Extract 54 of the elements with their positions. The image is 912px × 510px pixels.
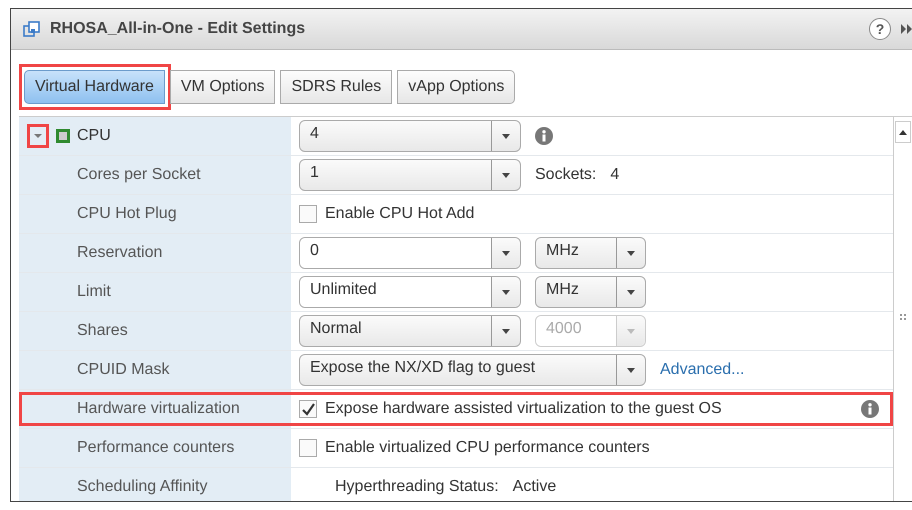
expand-toggle[interactable] — [27, 124, 49, 148]
scroll-up-icon[interactable] — [898, 128, 908, 136]
combo-box[interactable]: Unlimited — [299, 276, 521, 308]
tab[interactable]: SDRS Rules — [280, 70, 392, 104]
vm-icon — [23, 21, 40, 37]
field-label: Scheduling Affinity — [77, 478, 208, 496]
dropdown[interactable]: MHz — [535, 237, 646, 269]
dropdown[interactable]: MHz — [535, 276, 646, 308]
expand-panel-icon[interactable] — [901, 22, 912, 36]
caret-icon — [500, 170, 512, 180]
dropdown[interactable]: 1 — [299, 159, 521, 191]
caret-icon — [500, 326, 512, 336]
tab[interactable]: vApp Options — [397, 70, 516, 104]
field-label: CPUID Mask — [77, 361, 170, 379]
field-label: Shares — [77, 322, 128, 340]
dropdown[interactable]: 4 — [299, 120, 521, 152]
checkbox-label: Enable virtualized CPU performance counters — [325, 439, 650, 457]
dropdown[interactable]: Normal — [299, 315, 521, 347]
field-label: Limit — [77, 283, 111, 301]
info-text: 4 — [610, 166, 620, 184]
checkbox[interactable] — [299, 439, 317, 457]
checkbox[interactable] — [299, 400, 317, 418]
tab[interactable]: VM Options — [170, 70, 276, 104]
cpu-icon — [55, 128, 71, 144]
dropdown[interactable]: Expose the NX/XD flag to guest — [299, 354, 646, 386]
grip-icon[interactable] — [899, 313, 907, 321]
field-label: Reservation — [77, 244, 162, 262]
checkbox-label: Expose hardware assisted virtualization to the guest OS — [325, 400, 722, 418]
info-text: Active — [512, 478, 556, 496]
checkbox[interactable] — [299, 205, 317, 223]
window-title: RHOSA_All-in-One - Edit Settings — [50, 20, 306, 38]
caret-icon — [33, 131, 43, 141]
checkbox-label: Enable CPU Hot Add — [325, 205, 474, 223]
field-label: Performance counters — [77, 439, 234, 457]
tab[interactable]: Virtual Hardware — [24, 70, 165, 104]
info-icon[interactable] — [535, 127, 553, 145]
info-text: Hyperthreading Status: — [335, 478, 499, 496]
field-label: Hardware virtualization — [77, 400, 240, 418]
field-label: CPU Hot Plug — [77, 205, 177, 223]
help-button[interactable]: ? — [869, 18, 891, 40]
info-icon[interactable] — [861, 400, 879, 418]
field-label: CPU — [77, 127, 111, 145]
scrollbar[interactable] — [893, 117, 912, 501]
caret-icon — [625, 248, 637, 258]
advanced-link[interactable]: Advanced... — [660, 361, 744, 379]
info-text: Sockets: — [535, 166, 596, 184]
caret-icon — [500, 248, 512, 258]
caret-icon — [625, 326, 637, 336]
combo-box[interactable]: 0 — [299, 237, 521, 269]
caret-icon — [625, 287, 637, 297]
field-label: Cores per Socket — [77, 166, 201, 184]
caret-icon — [500, 131, 512, 141]
caret-icon — [625, 365, 637, 375]
caret-icon — [500, 287, 512, 297]
